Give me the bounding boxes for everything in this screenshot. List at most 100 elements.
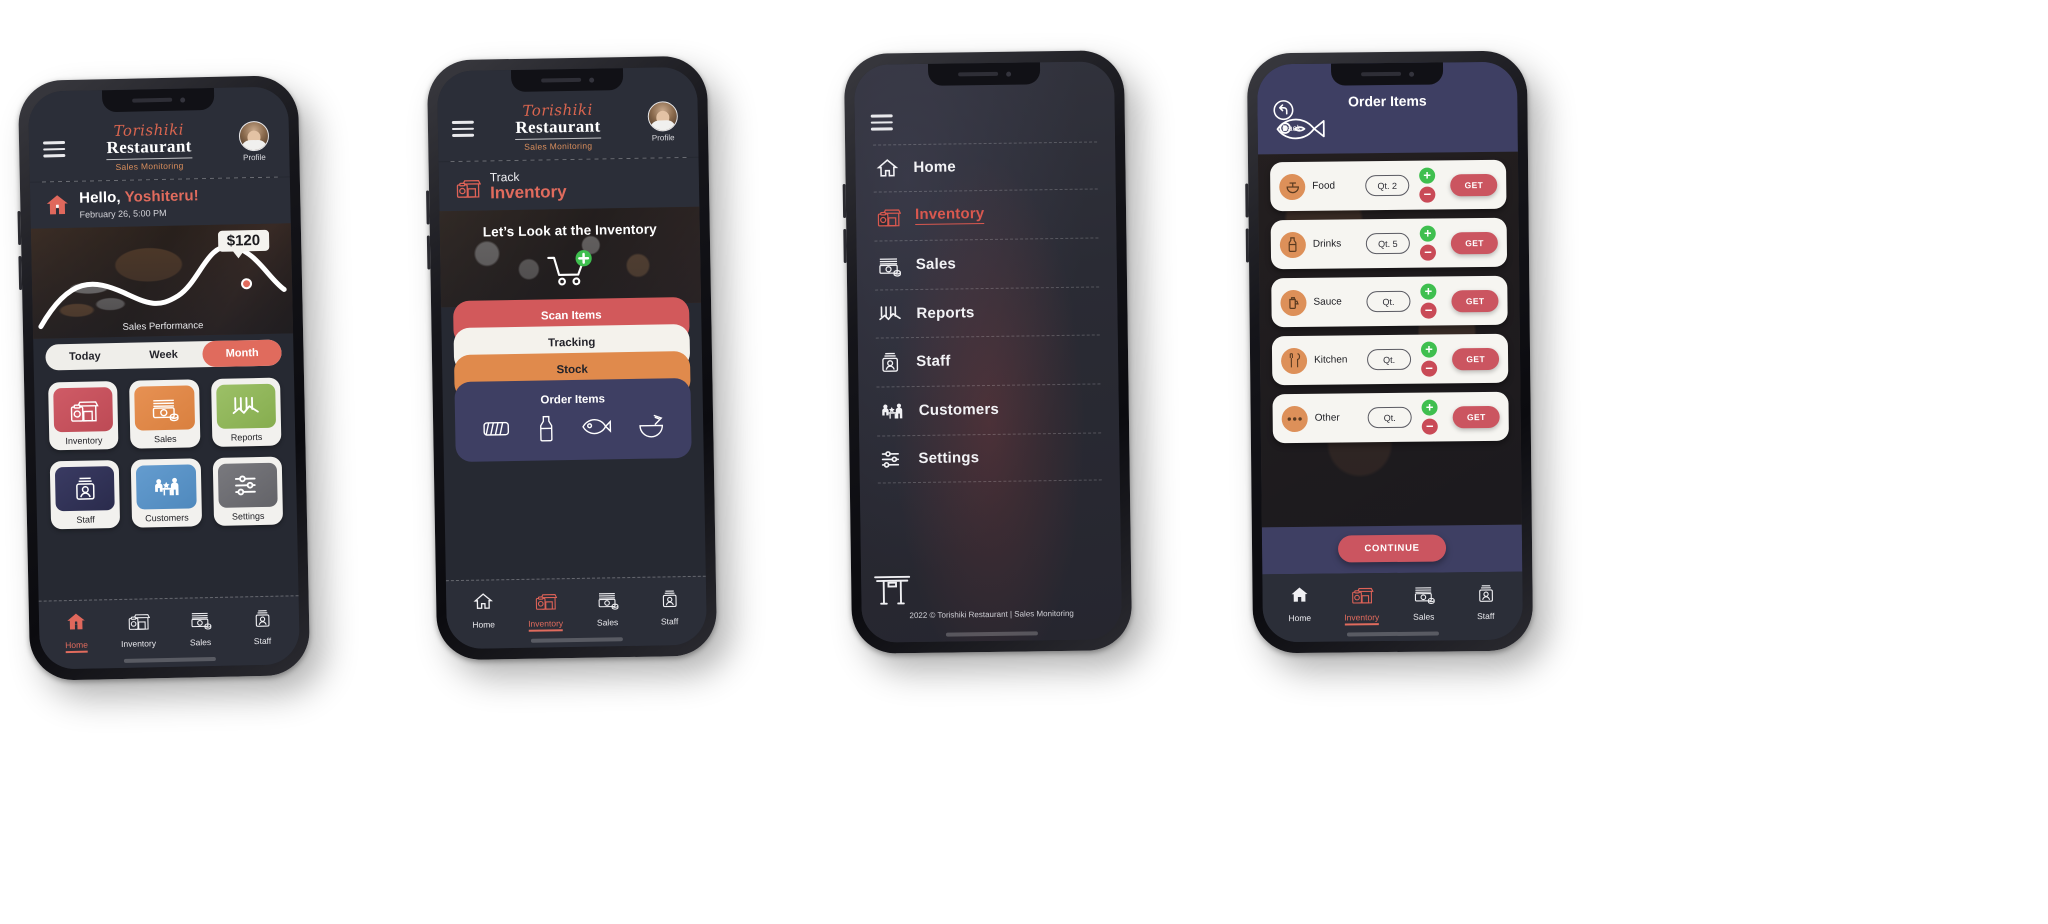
notch xyxy=(927,62,1041,86)
menu-item-staff[interactable]: Staff xyxy=(875,334,1101,388)
avatar xyxy=(238,120,270,152)
card-order-items[interactable]: Order Items xyxy=(454,378,692,463)
quantity-stepper: + − xyxy=(1420,341,1438,377)
get-button[interactable]: GET xyxy=(1451,231,1498,254)
quantity-input[interactable]: Qt. 5 xyxy=(1365,232,1410,255)
increment-button[interactable]: + xyxy=(1419,225,1436,242)
tab-label: Sales xyxy=(189,637,212,648)
menu-item-sales[interactable]: Sales xyxy=(874,237,1100,291)
money-cash-icon xyxy=(169,606,232,633)
tab-sales[interactable]: Sales xyxy=(169,606,232,651)
quantity-input[interactable]: Qt. xyxy=(1366,348,1412,371)
profile-button[interactable]: Profile xyxy=(233,120,276,163)
storefront-clipboard-icon xyxy=(107,607,170,634)
quantity-input[interactable]: Qt. xyxy=(1366,290,1411,313)
front-camera xyxy=(179,97,185,103)
tile-customers[interactable]: Customers xyxy=(131,457,202,528)
get-button[interactable]: GET xyxy=(1451,289,1499,312)
menu-item-customers[interactable]: Customers xyxy=(876,383,1102,437)
hero-banner: Let’s Look at the Inventory xyxy=(439,207,702,308)
range-week[interactable]: Week xyxy=(124,341,203,369)
tab-home[interactable]: Home xyxy=(1268,582,1330,627)
utensils-icon xyxy=(1280,347,1308,374)
tab-staff[interactable]: Staff xyxy=(1454,580,1516,625)
customer-service-icon xyxy=(879,399,905,423)
tab-label: Staff xyxy=(1477,610,1495,622)
profile-button[interactable]: Profile xyxy=(642,101,685,143)
quantity-stepper: + − xyxy=(1419,167,1436,203)
tab-label: Sales xyxy=(1413,611,1435,622)
menu-item-reports[interactable]: Reports xyxy=(875,286,1100,339)
tile-settings[interactable]: Settings xyxy=(212,456,284,526)
range-segmented-control[interactable]: Today Week Month xyxy=(45,339,282,370)
brand-tagline: Sales Monitoring xyxy=(524,140,593,152)
range-today[interactable]: Today xyxy=(45,342,124,370)
quantity-input[interactable]: Qt. 2 xyxy=(1365,174,1410,197)
tab-sales[interactable]: Sales xyxy=(1392,580,1454,625)
increment-button[interactable]: + xyxy=(1420,341,1438,358)
phone-menu: Home Inventory Sales Reports Staff Custo… xyxy=(843,50,1133,654)
chart-data-point xyxy=(240,277,253,289)
continue-button[interactable]: CONTINUE xyxy=(1338,534,1446,563)
tab-staff[interactable]: Staff xyxy=(638,585,701,630)
continue-bar: CONTINUE xyxy=(1261,524,1523,575)
mortar-bowl-icon xyxy=(1279,173,1306,200)
increment-button[interactable]: + xyxy=(1419,167,1436,184)
tab-label: Home xyxy=(1288,612,1312,624)
house-icon xyxy=(1268,582,1330,609)
get-button[interactable]: GET xyxy=(1452,405,1500,428)
increment-button[interactable]: + xyxy=(1421,399,1438,416)
back-label: Back xyxy=(1282,122,1302,134)
menu-item-label: Staff xyxy=(916,352,951,371)
decrement-button[interactable]: − xyxy=(1421,360,1438,377)
sliders-icon xyxy=(879,448,904,470)
decrement-button[interactable]: − xyxy=(1421,418,1438,435)
inventory-action-stack: Scan Items Tracking Stock Order Items xyxy=(452,297,692,463)
hamburger-menu-icon[interactable] xyxy=(43,125,66,161)
menu-item-home[interactable]: Home xyxy=(873,140,1098,193)
sauce-jug-icon xyxy=(1280,289,1307,316)
front-camera xyxy=(1005,71,1011,77)
decrement-button[interactable]: − xyxy=(1419,244,1437,261)
range-month[interactable]: Month xyxy=(202,339,282,367)
increment-button[interactable]: + xyxy=(1420,283,1437,300)
money-cash-icon xyxy=(134,384,195,431)
quantity-input[interactable]: Qt. xyxy=(1367,406,1412,429)
tab-home[interactable]: Home xyxy=(452,588,515,633)
mockup-stage: Torishiki Restaurant Sales Monitoring Pr… xyxy=(0,0,2048,924)
tab-sales[interactable]: Sales xyxy=(576,586,639,631)
get-button[interactable]: GET xyxy=(1452,347,1500,370)
decrement-button[interactable]: − xyxy=(1419,186,1436,203)
money-cash-icon xyxy=(1392,580,1454,607)
tab-inventory[interactable]: Inventory xyxy=(1330,581,1392,626)
tile-inventory[interactable]: Inventory xyxy=(48,380,119,450)
cart-plus-icon[interactable] xyxy=(544,248,597,291)
tab-home[interactable]: Home xyxy=(45,608,108,654)
tile-reports[interactable]: Reports xyxy=(210,377,282,447)
tab-inventory[interactable]: Inventory xyxy=(107,607,170,652)
menu-item-label: Inventory xyxy=(914,205,985,226)
brand-logo: Torishiki Restaurant Sales Monitoring xyxy=(474,101,643,153)
datetime-label: February 26, 5:00 PM xyxy=(79,207,167,220)
order-row-food: Food Qt. 2 + − GET xyxy=(1270,159,1507,212)
front-camera xyxy=(1408,71,1414,77)
menu-item-inventory[interactable]: Inventory xyxy=(873,188,1099,242)
menu-item-settings[interactable]: Settings xyxy=(877,432,1102,484)
menu-item-label: Home xyxy=(913,158,957,177)
tile-sales[interactable]: Sales xyxy=(129,378,201,449)
decrement-button[interactable]: − xyxy=(1420,302,1437,319)
hamburger-menu-icon[interactable] xyxy=(870,98,893,131)
hamburger-menu-icon[interactable] xyxy=(451,105,475,141)
get-button[interactable]: GET xyxy=(1450,173,1498,196)
notch xyxy=(1330,62,1444,86)
brand-tagline: Sales Monitoring xyxy=(115,160,184,172)
money-cash-icon xyxy=(576,586,638,613)
id-badge-icon xyxy=(54,465,116,511)
order-item-list: Food Qt. 2 + − GET Drinks Qt. 5 + − GET … xyxy=(1257,151,1522,528)
tab-staff[interactable]: Staff xyxy=(231,604,294,649)
tab-inventory[interactable]: Inventory xyxy=(514,587,577,632)
storefront-clipboard-icon xyxy=(1330,581,1392,608)
menu-item-label: Customers xyxy=(918,400,1000,419)
tile-staff[interactable]: Staff xyxy=(49,459,121,529)
back-button[interactable]: Back xyxy=(1271,98,1311,133)
